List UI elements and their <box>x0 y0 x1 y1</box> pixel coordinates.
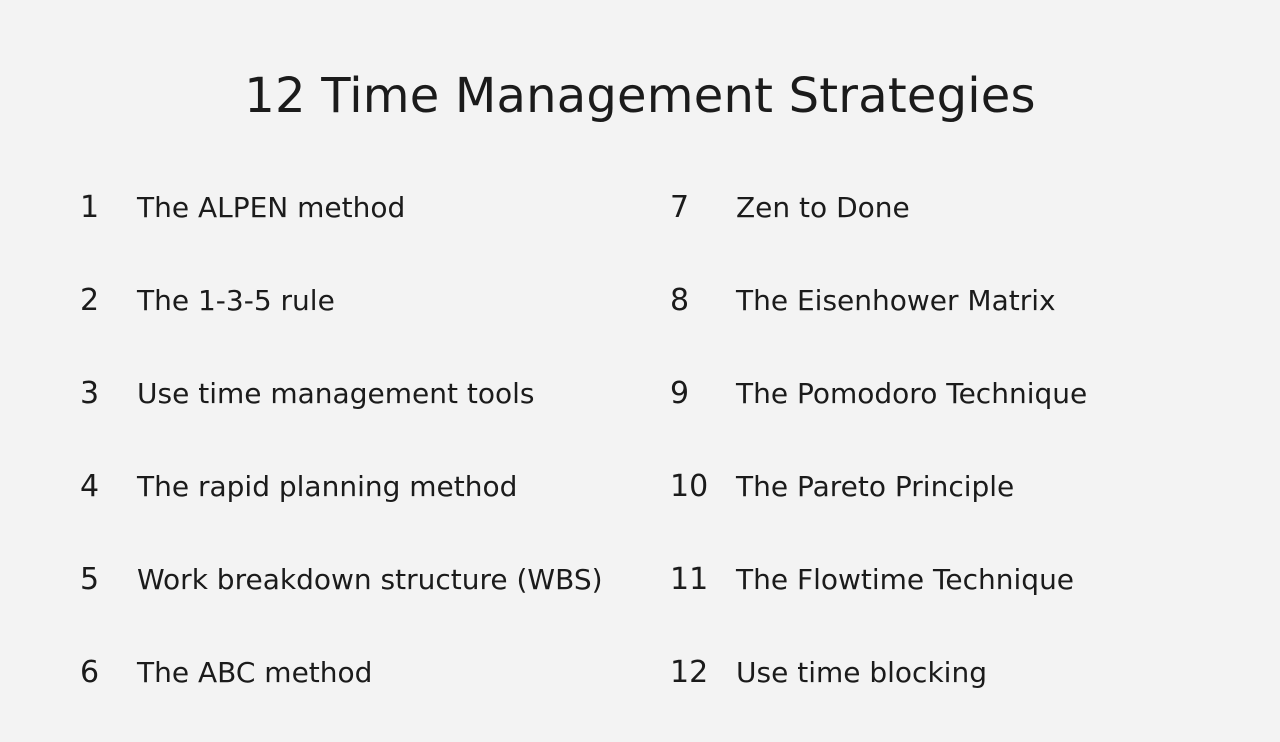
strategy-label: The rapid planning method <box>137 470 518 503</box>
strategy-item: 10 The Pareto Principle <box>670 463 1087 510</box>
strategy-label: Use time blocking <box>736 656 987 689</box>
strategy-number: 8 <box>670 283 690 318</box>
strategy-number: 7 <box>670 190 690 225</box>
strategy-number: 2 <box>80 283 100 318</box>
strategy-number: 12 <box>670 655 709 690</box>
strategy-number: 9 <box>670 376 690 411</box>
strategy-label: Zen to Done <box>736 191 910 224</box>
strategy-list-left: 1 The ALPEN method 2 The 1-3-5 rule 3 Us… <box>80 184 603 742</box>
strategy-item: 1 The ALPEN method <box>80 184 603 231</box>
strategy-label: Use time management tools <box>137 377 535 410</box>
strategy-number: 1 <box>80 190 100 225</box>
strategy-label: The ABC method <box>137 656 373 689</box>
strategy-item: 12 Use time blocking <box>670 649 1087 696</box>
strategy-number: 5 <box>80 562 100 597</box>
strategy-item: 4 The rapid planning method <box>80 463 603 510</box>
strategy-label: The Pomodoro Technique <box>736 377 1088 410</box>
strategy-label: The 1-3-5 rule <box>137 284 335 317</box>
strategy-number: 4 <box>80 469 100 504</box>
strategy-label: The ALPEN method <box>137 191 406 224</box>
strategy-list-right: 7 Zen to Done 8 The Eisenhower Matrix 9 … <box>670 184 1087 742</box>
strategy-number: 6 <box>80 655 100 690</box>
strategy-item: 8 The Eisenhower Matrix <box>670 277 1087 324</box>
strategy-item: 2 The 1-3-5 rule <box>80 277 603 324</box>
strategy-label: Work breakdown structure (WBS) <box>137 563 603 596</box>
strategy-number: 10 <box>670 469 709 504</box>
strategy-label: The Flowtime Technique <box>736 563 1075 596</box>
strategy-label: The Pareto Principle <box>736 470 1015 503</box>
strategy-item: 7 Zen to Done <box>670 184 1087 231</box>
strategy-item: 11 The Flowtime Technique <box>670 556 1087 603</box>
page-title: 12 Time Management Strategies <box>244 68 1036 124</box>
strategy-item: 6 The ABC method <box>80 649 603 696</box>
strategy-number: 11 <box>670 562 709 597</box>
strategy-number: 3 <box>80 376 100 411</box>
strategy-item: 5 Work breakdown structure (WBS) <box>80 556 603 603</box>
strategy-label: The Eisenhower Matrix <box>736 284 1056 317</box>
strategy-item: 3 Use time management tools <box>80 370 603 417</box>
strategy-item: 9 The Pomodoro Technique <box>670 370 1087 417</box>
